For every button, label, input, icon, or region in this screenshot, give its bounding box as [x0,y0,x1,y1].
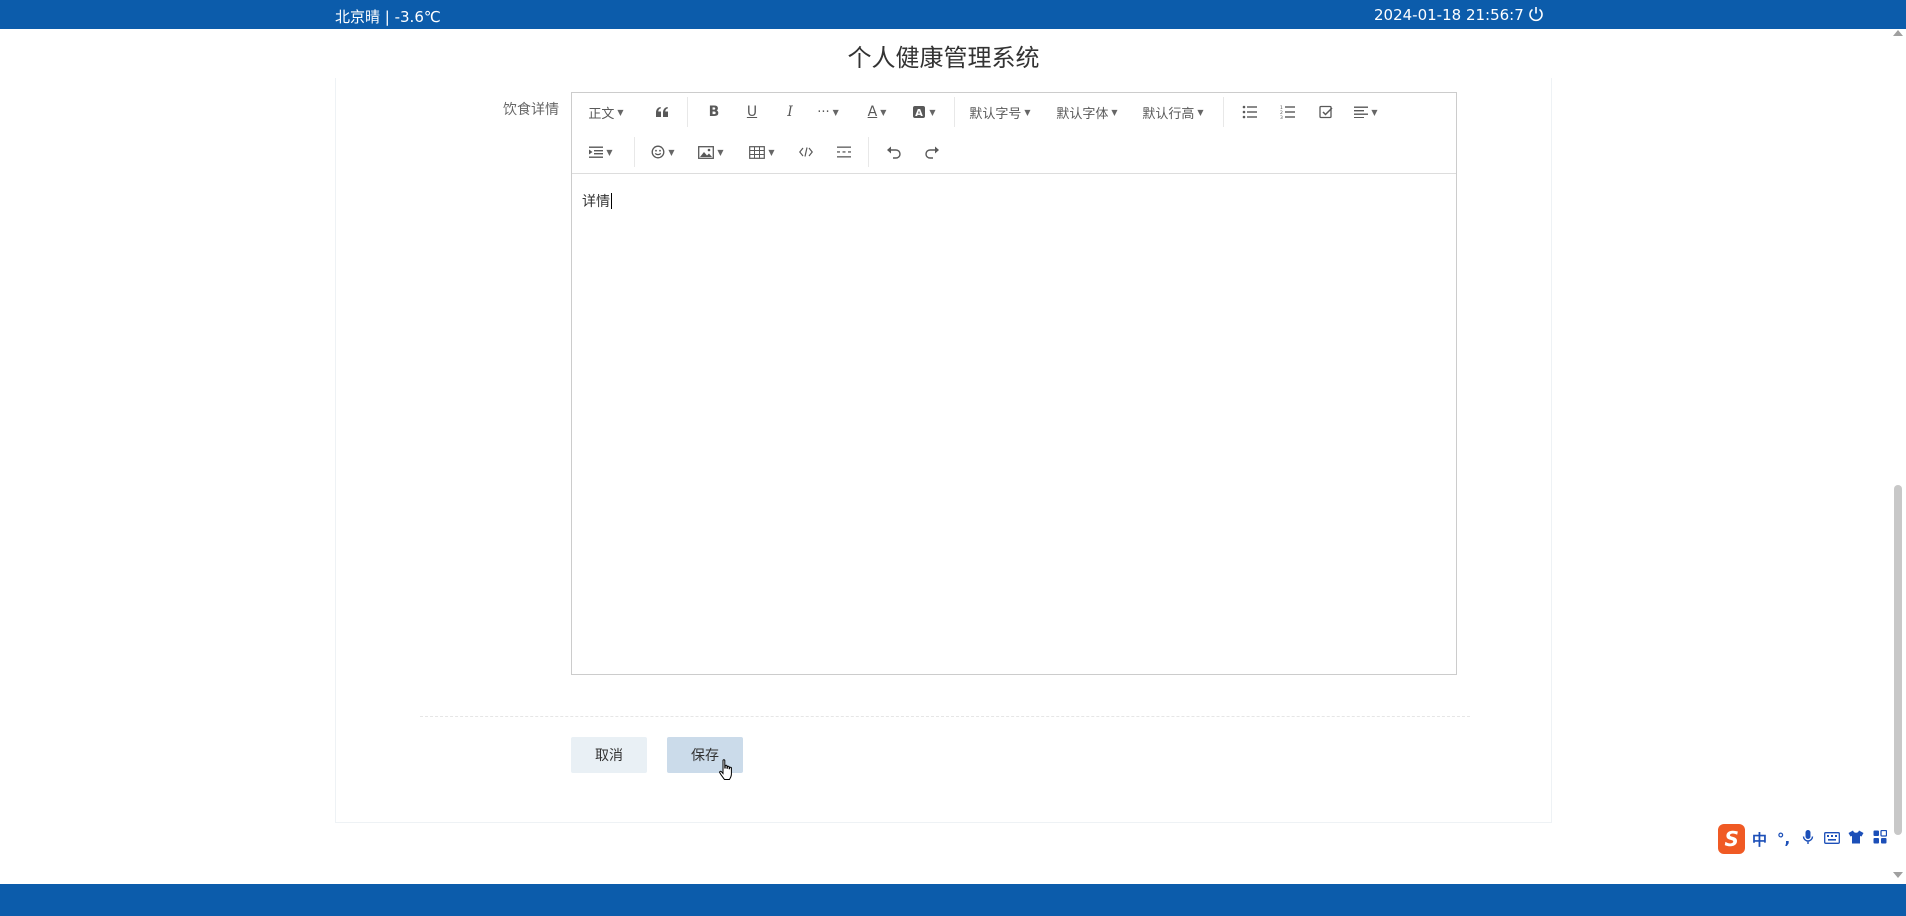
redo-icon[interactable] [920,137,944,167]
line-height-label: 默认行高 [1142,106,1195,122]
indent-icon[interactable]: ▼ [586,137,616,167]
svg-text:3: 3 [1280,115,1283,119]
bulleted-list-icon[interactable] [1238,97,1262,127]
footer-bar [0,884,1906,916]
hand-cursor-icon [718,758,736,786]
caret-down-icon: ▼ [1024,107,1031,117]
font-family-label: 默认字体 [1056,106,1109,122]
quote-icon[interactable] [650,97,674,127]
table-icon[interactable]: ▼ [747,137,777,167]
power-icon[interactable] [1527,5,1545,23]
numbered-list-icon[interactable]: 123 [1276,97,1300,127]
undo-icon[interactable] [882,137,906,167]
ime-punctuation-toggle[interactable]: °, [1774,830,1794,848]
font-family-select[interactable]: 默认字体 ▼ [1054,97,1120,127]
caret-down-icon: ▼ [617,107,624,117]
weather-info: 北京晴 | -3.6℃ [335,8,441,26]
caret-down-icon: ▼ [1371,107,1378,117]
paragraph-format-button[interactable]: 正文 ▼ [584,97,628,127]
todo-checkbox-icon[interactable] [1314,97,1338,127]
caret-down-icon: ▼ [717,147,724,157]
align-icon[interactable]: ▼ [1351,97,1381,127]
caret-down-icon: ▼ [832,107,839,117]
svg-text:A: A [916,108,924,119]
italic-icon[interactable]: I [778,97,802,127]
background-color-icon[interactable]: A ▼ [909,97,939,127]
scroll-down-arrow-icon[interactable] [1893,872,1903,878]
form-divider [420,716,1470,717]
emoji-icon[interactable]: ▼ [648,137,678,167]
paragraph-format-label: 正文 [588,106,615,122]
microphone-icon[interactable] [1798,829,1818,849]
code-icon[interactable] [794,137,818,167]
line-height-select[interactable]: 默认行高 ▼ [1140,97,1206,127]
caret-down-icon: ▼ [606,147,613,157]
font-color-icon[interactable]: A ▼ [862,97,892,127]
keyboard-icon[interactable] [1822,830,1842,848]
editor-content[interactable]: 详情 [582,191,612,211]
scrollbar-thumb[interactable] [1894,485,1902,835]
caret-down-icon: ▼ [880,107,887,117]
toolbar-divider [1223,97,1224,127]
editor-text: 详情 [582,194,610,210]
underline-icon[interactable]: U [740,97,764,127]
caret-down-icon: ▼ [768,147,775,157]
more-styles-button[interactable]: ··· ▼ [812,97,844,127]
font-size-label: 默认字号 [969,106,1022,122]
ime-toolbar: S 中 °, [1718,823,1890,855]
caret-down-icon: ▼ [1197,107,1204,117]
toolbar-divider [954,97,955,127]
font-size-select[interactable]: 默认字号 ▼ [967,97,1033,127]
image-icon[interactable]: ▼ [696,137,726,167]
toolbar-divider [868,137,869,167]
toolbar-divider [687,97,688,127]
skin-shirt-icon[interactable] [1846,830,1866,848]
more-styles-label: ··· [817,104,830,120]
diet-details-label: 饮食详情 [503,102,559,118]
rich-text-editor[interactable]: 正文 ▼ B U I ··· ▼ A ▼ A ▼ 默认字号 ▼ 默认字体 ▼ 默认行高 ▼ [571,92,1457,675]
sogou-logo-icon[interactable]: S [1718,824,1746,854]
caret-down-icon: ▼ [668,147,675,157]
caret-down-icon: ▼ [1111,107,1118,117]
ime-mode-toggle[interactable]: 中 [1749,829,1769,850]
text-cursor [611,193,612,209]
toolbar-divider [634,137,635,167]
cancel-button[interactable]: 取消 [571,737,647,773]
toolbox-grid-icon[interactable] [1870,829,1890,848]
editor-toolbar: 正文 ▼ B U I ··· ▼ A ▼ A ▼ 默认字号 ▼ 默认字体 ▼ 默认行高 ▼ [572,93,1456,174]
bold-icon[interactable]: B [702,97,726,127]
top-bar: 北京晴 | -3.6℃ 2024-01-18 21:56:7 [0,0,1906,29]
page-title: 个人健康管理系统 [847,44,1040,72]
datetime: 2024-01-18 21:56:7 [1374,6,1524,24]
scroll-up-arrow-icon[interactable] [1893,30,1903,36]
divider-line-icon[interactable] [832,137,856,167]
caret-down-icon: ▼ [929,107,936,117]
